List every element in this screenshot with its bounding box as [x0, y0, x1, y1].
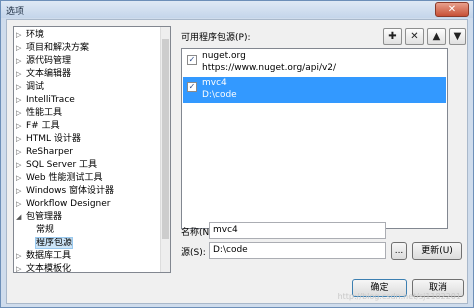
tree-item-label: 文本编辑器 — [26, 69, 72, 79]
tree-item-label: SQL Server 工具 — [26, 160, 98, 170]
dialog-body: ▷ 环境 ▷ 项目和解决方案 ▷ 源代码管理 ▷ 文本编辑器 ▷ 调试 ▷ IntelliT… — [6, 19, 468, 304]
title-bar: 选项 ✕ — [1, 1, 473, 18]
tree-item-label: 包管理器 — [26, 212, 63, 222]
tree-item-package-sources[interactable]: 程序包源 — [34, 237, 74, 250]
tree-item-fsharp-tools[interactable]: ▷ F# 工具 — [16, 120, 60, 133]
tree-item-label: 环境 — [26, 30, 45, 40]
scrollbar-thumb[interactable] — [162, 39, 169, 239]
name-field[interactable]: mvc4 — [209, 222, 386, 239]
source-path: https://www.nuget.org/api/v2/ — [202, 63, 337, 73]
tree-item-label: 调试 — [26, 82, 45, 92]
expand-arrow-icon[interactable]: ▷ — [16, 172, 26, 185]
expand-arrow-icon[interactable]: ▷ — [16, 263, 26, 272]
source-field[interactable]: D:\code — [209, 242, 386, 259]
expand-arrow-icon[interactable]: ▷ — [16, 42, 26, 55]
enable-checkbox[interactable]: ✓ — [187, 55, 197, 65]
tree-item-environment[interactable]: ▷ 环境 — [16, 29, 44, 42]
close-button[interactable]: ✕ — [435, 2, 469, 17]
tree-item-label: Web 性能测试工具 — [26, 173, 103, 183]
expand-arrow-icon[interactable]: ▷ — [16, 29, 26, 42]
source-name: mvc4 — [202, 78, 227, 88]
options-dialog: 选项 ✕ ▷ 环境 ▷ 项目和解决方案 ▷ 源代码管理 ▷ 文本编辑器 ▷ 调试 ▷ Int… — [0, 0, 474, 308]
expand-arrow-icon[interactable]: ▷ — [16, 68, 26, 81]
tree-item-label: HTML 设计器 — [26, 134, 81, 144]
tree-item-html-designer[interactable]: ▷ HTML 设计器 — [16, 133, 81, 146]
tree-item-label: 源代码管理 — [26, 56, 72, 66]
add-source-button[interactable]: ✚ — [383, 28, 402, 45]
tree-item-general[interactable]: 常规 — [36, 224, 54, 237]
tree-item-label: ReSharper — [26, 147, 73, 157]
available-sources-label: 可用程序包源(P): — [181, 33, 251, 43]
tree-item-workflow-designer[interactable]: ▷ Workflow Designer — [16, 198, 111, 211]
tree-item-database-tools[interactable]: ▷ 数据库工具 — [16, 250, 71, 263]
move-down-button[interactable]: ▼ — [449, 28, 466, 45]
tree-item-package-manager[interactable]: ◢ 包管理器 — [16, 211, 62, 224]
expand-arrow-icon[interactable]: ▷ — [16, 159, 26, 172]
tree-item-label: 程序包源 — [34, 237, 74, 249]
enable-checkbox[interactable]: ✓ — [187, 82, 197, 92]
arrow-down-icon: ▼ — [453, 31, 462, 42]
expand-arrow-icon[interactable]: ▷ — [16, 107, 26, 120]
expand-arrow-icon[interactable]: ▷ — [16, 146, 26, 159]
tree-item-performance-tools[interactable]: ▷ 性能工具 — [16, 107, 62, 120]
tree-item-label: 数据库工具 — [26, 251, 72, 261]
tree-item-label: Workflow Designer — [26, 199, 111, 209]
list-item[interactable]: ✓ mvc4 D:\code — [183, 77, 446, 103]
window-title: 选项 — [6, 7, 25, 17]
expand-arrow-icon[interactable]: ▷ — [16, 120, 26, 133]
tree-item-windows-forms-designer[interactable]: ▷ Windows 窗体设计器 — [16, 185, 114, 198]
source-path: D:\code — [202, 90, 237, 100]
tree-item-resharper[interactable]: ▷ ReSharper — [16, 146, 73, 159]
expand-arrow-icon[interactable]: ▷ — [16, 198, 26, 211]
remove-source-button[interactable]: ✕ — [405, 28, 424, 45]
tree-item-label: IntelliTrace — [26, 95, 75, 105]
arrow-up-icon: ▲ — [432, 31, 441, 42]
tree-item-intellitrace[interactable]: ▷ IntelliTrace — [16, 94, 75, 107]
tree-item-web-performance-test-tools[interactable]: ▷ Web 性能测试工具 — [16, 172, 102, 185]
browse-button[interactable]: ... — [391, 242, 407, 260]
expand-arrow-icon[interactable]: ▷ — [16, 81, 26, 94]
expand-arrow-icon[interactable]: ▷ — [16, 55, 26, 68]
tree-scrollbar[interactable] — [160, 27, 170, 272]
tree-item-text-templating[interactable]: ▷ 文本模板化 — [16, 263, 72, 273]
remove-x-icon: ✕ — [410, 31, 419, 42]
tree-item-label: 性能工具 — [26, 108, 63, 118]
list-item[interactable]: ✓ nuget.org https://www.nuget.org/api/v2… — [183, 50, 446, 76]
options-tree: ▷ 环境 ▷ 项目和解决方案 ▷ 源代码管理 ▷ 文本编辑器 ▷ 调试 ▷ IntelliT… — [13, 26, 171, 273]
tree-item-text-editor[interactable]: ▷ 文本编辑器 — [16, 68, 71, 81]
watermark-text: http://blog.csdn.net/sj1182201 — [337, 292, 461, 301]
tree-item-label: Windows 窗体设计器 — [26, 186, 115, 196]
tree-item-label: 常规 — [36, 225, 55, 235]
expand-arrow-icon[interactable]: ▷ — [16, 133, 26, 146]
tree-item-label: 项目和解决方案 — [26, 43, 90, 53]
update-button[interactable]: 更新(U) — [412, 242, 462, 260]
plus-icon: ✚ — [388, 31, 397, 42]
tree-item-sql-server-tools[interactable]: ▷ SQL Server 工具 — [16, 159, 97, 172]
source-label: 源(S): — [181, 248, 206, 258]
tree-item-debugging[interactable]: ▷ 调试 — [16, 81, 44, 94]
tree-item-projects[interactable]: ▷ 项目和解决方案 — [16, 42, 89, 55]
tree-item-label: 文本模板化 — [26, 264, 72, 273]
expand-arrow-icon[interactable]: ▷ — [16, 185, 26, 198]
tree-item-source-control[interactable]: ▷ 源代码管理 — [16, 55, 71, 68]
expand-arrow-icon[interactable]: ▷ — [16, 94, 26, 107]
expand-arrow-icon[interactable]: ▷ — [16, 250, 26, 263]
move-up-button[interactable]: ▲ — [427, 28, 446, 45]
package-source-list: ✓ nuget.org https://www.nuget.org/api/v2… — [181, 48, 448, 229]
tree-item-label: F# 工具 — [26, 121, 60, 131]
source-name: nuget.org — [202, 51, 246, 61]
collapse-arrow-icon[interactable]: ◢ — [16, 211, 26, 224]
